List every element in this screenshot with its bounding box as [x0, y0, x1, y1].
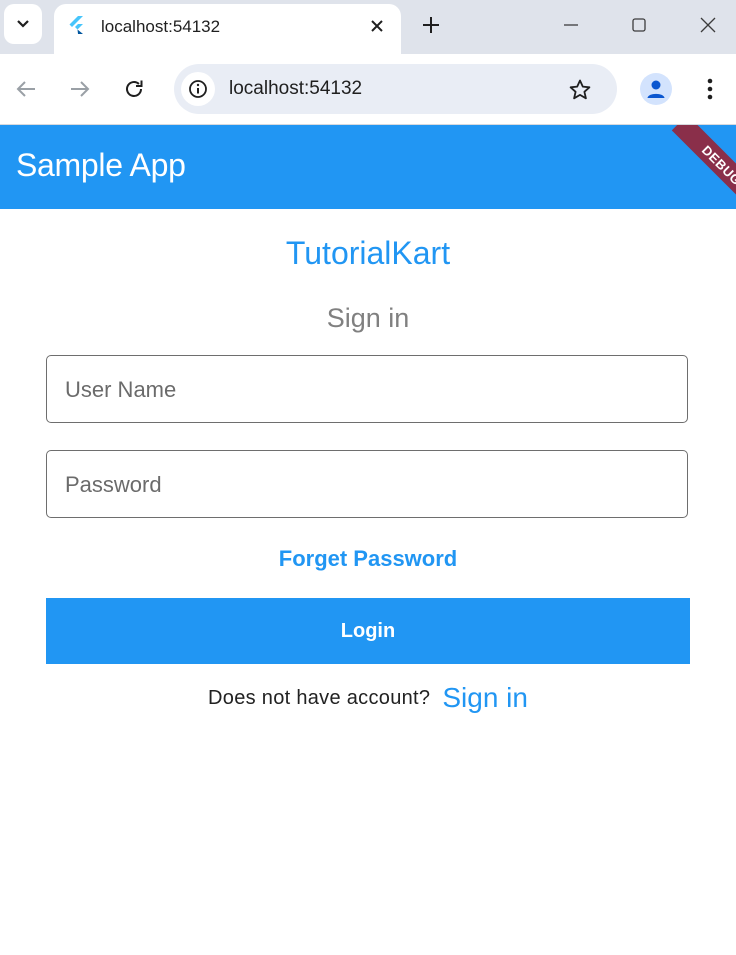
maximize-button[interactable] — [624, 10, 654, 40]
browser-toolbar: localhost:54132 — [0, 54, 736, 125]
new-tab-button[interactable] — [418, 12, 444, 38]
close-window-button[interactable] — [693, 10, 723, 40]
reload-button[interactable] — [120, 75, 148, 103]
browser-tab[interactable]: localhost:54132 — [54, 4, 401, 54]
signup-row: Does not have account? Sign in — [0, 682, 736, 714]
site-info-button[interactable] — [181, 72, 215, 106]
tab-close-button[interactable] — [366, 15, 388, 37]
close-icon — [700, 17, 716, 33]
sign-in-link[interactable]: Sign in — [442, 682, 528, 714]
brand-title: TutorialKart — [285, 235, 451, 271]
browser-menu-button[interactable] — [698, 75, 722, 103]
profile-button[interactable] — [640, 73, 672, 105]
sign-in-heading: Sign in — [326, 303, 410, 333]
flutter-icon — [69, 16, 83, 34]
maximize-icon — [632, 18, 646, 32]
tab-search-button[interactable] — [4, 4, 42, 44]
plus-icon — [423, 17, 439, 33]
browser-tab-strip: localhost:54132 — [0, 0, 736, 54]
person-icon — [647, 80, 665, 98]
address-bar[interactable]: localhost:54132 — [174, 64, 617, 114]
info-icon — [189, 80, 207, 98]
url-text: localhost:54132 — [229, 78, 363, 99]
password-input[interactable] — [63, 451, 667, 519]
password-field[interactable] — [46, 450, 688, 519]
bookmark-button[interactable] — [566, 76, 594, 104]
reload-icon — [126, 80, 143, 97]
forward-button[interactable] — [66, 75, 94, 103]
close-icon — [371, 20, 383, 32]
back-button[interactable] — [12, 75, 40, 103]
login-button[interactable]: Login — [46, 598, 690, 664]
username-field[interactable] — [46, 355, 688, 424]
username-input[interactable] — [63, 356, 667, 424]
no-account-text: Does not have account? — [208, 686, 431, 709]
arrow-left-icon — [16, 81, 35, 97]
more-vert-icon — [707, 78, 713, 100]
minimize-icon — [564, 24, 578, 26]
minimize-button[interactable] — [556, 10, 586, 40]
chevron-down-icon — [17, 20, 29, 28]
arrow-right-icon — [71, 81, 90, 97]
app-bar-title: Sample App — [16, 147, 186, 183]
star-icon — [569, 79, 591, 100]
forget-password-link[interactable]: Forget Password — [0, 546, 736, 572]
app-bar: Sample App — [0, 125, 736, 209]
tab-title: localhost:54132 — [101, 17, 221, 36]
